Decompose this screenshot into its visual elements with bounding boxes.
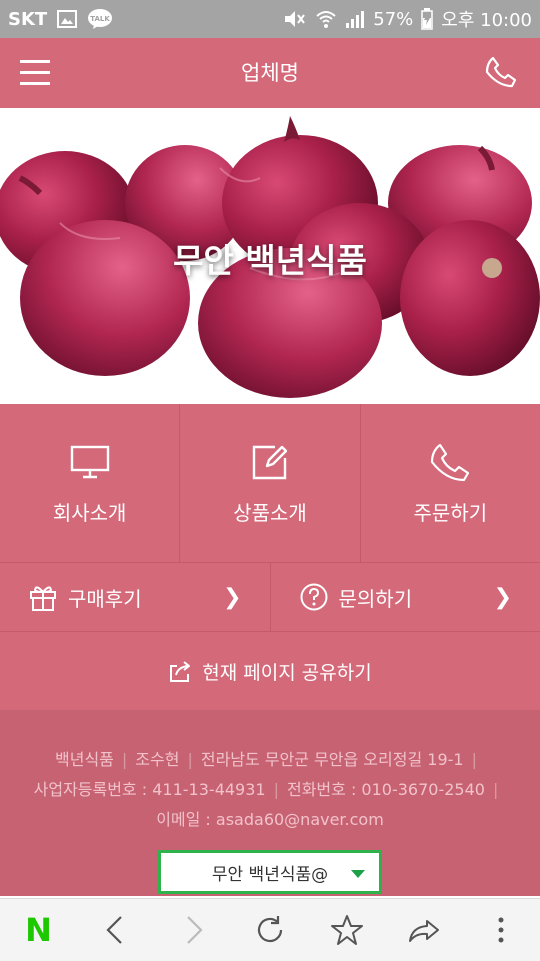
wifi-icon [315,9,337,29]
tile-product-intro[interactable]: 상품소개 [180,404,360,562]
tile-company-intro[interactable]: 회사소개 [0,404,180,562]
naver-logo-icon: N [25,911,52,949]
footer-line-1: 백년식품|조수현|전라남도 무안군 무안읍 오리정길 19-1| [0,746,540,770]
reload-icon [253,913,287,947]
gallery-icon [57,10,77,28]
signal-icon [345,9,365,29]
phone-number: 전화번호 : 010-3670-2540 [287,780,485,799]
share-browser-button[interactable] [397,903,451,957]
footer-line-3: 이메일 : asada60@naver.com [0,806,540,830]
owner-name: 조수현 [135,750,179,769]
inquiry-link[interactable]: 문의하기 ❯ [271,563,540,631]
chevron-right-icon: ❯ [494,585,512,610]
battery-percent: 57% [373,9,413,30]
chevron-right-icon: ❯ [223,585,241,610]
status-bar: SKT TALK 57% [0,0,540,38]
carrier-label: SKT [8,9,47,30]
secondary-links: 구매후기 ❯ 문의하기 ❯ [0,562,540,631]
email: 이메일 : asada60@naver.com [156,810,384,829]
forward-button[interactable] [166,903,220,957]
edit-icon [249,441,291,483]
clock: 오후 10:00 [441,6,532,32]
address: 전라남도 무안군 무안읍 오리정길 19-1 [201,750,464,769]
talk-badge: TALK [90,15,110,23]
share-label: 현재 페이지 공유하기 [202,658,371,685]
review-link[interactable]: 구매후기 ❯ [0,563,271,631]
business-number: 사업자등록번호 : 411-13-44931 [34,780,266,799]
company-name: 백년식품 [55,750,114,769]
phone-icon [429,441,471,483]
chevron-right-icon [176,913,210,947]
dropdown-value: 무안 백년식품@ [212,860,328,885]
more-vertical-icon [484,913,518,947]
share-arrow-icon [407,913,441,947]
main-menu-tiles: 회사소개 상품소개 주문하기 [0,404,540,562]
bookmark-button[interactable] [320,903,374,957]
inquiry-label: 문의하기 [339,583,413,612]
tile-label: 회사소개 [53,497,127,526]
share-page-button[interactable]: 현재 페이지 공유하기 [0,631,540,710]
more-options-button[interactable] [474,903,528,957]
phone-icon[interactable] [484,55,518,89]
tile-label: 상품소개 [233,497,307,526]
battery-charging-icon [421,8,433,30]
site-select-dropdown[interactable]: 무안 백년식품@ [158,850,382,894]
naver-home-button[interactable]: N [12,903,66,957]
tile-order[interactable]: 주문하기 [361,404,540,562]
browser-nav-bar: N [0,898,540,961]
mute-icon [283,9,307,29]
back-button[interactable] [89,903,143,957]
status-bar-left: SKT TALK [8,8,113,30]
hero-title: 무안 백년식품 [0,234,540,282]
app-header: 업체명 [0,38,540,108]
monitor-icon [69,441,111,483]
status-bar-right: 57% 오후 10:00 [283,6,532,32]
dropdown-arrow-icon [351,870,365,878]
tile-label: 주문하기 [414,497,488,526]
chevron-left-icon [99,913,133,947]
gift-icon [28,582,58,612]
reload-button[interactable] [243,903,297,957]
page-title: 업체명 [0,38,540,108]
question-icon [299,582,329,612]
review-label: 구매후기 [68,583,142,612]
share-icon [168,658,194,684]
hero-banner: 무안 백년식품 [0,108,540,404]
star-icon [330,913,364,947]
kakaotalk-icon: TALK [87,8,113,30]
footer-line-2: 사업자등록번호 : 411-13-44931|전화번호 : 010-3670-2… [0,776,540,800]
